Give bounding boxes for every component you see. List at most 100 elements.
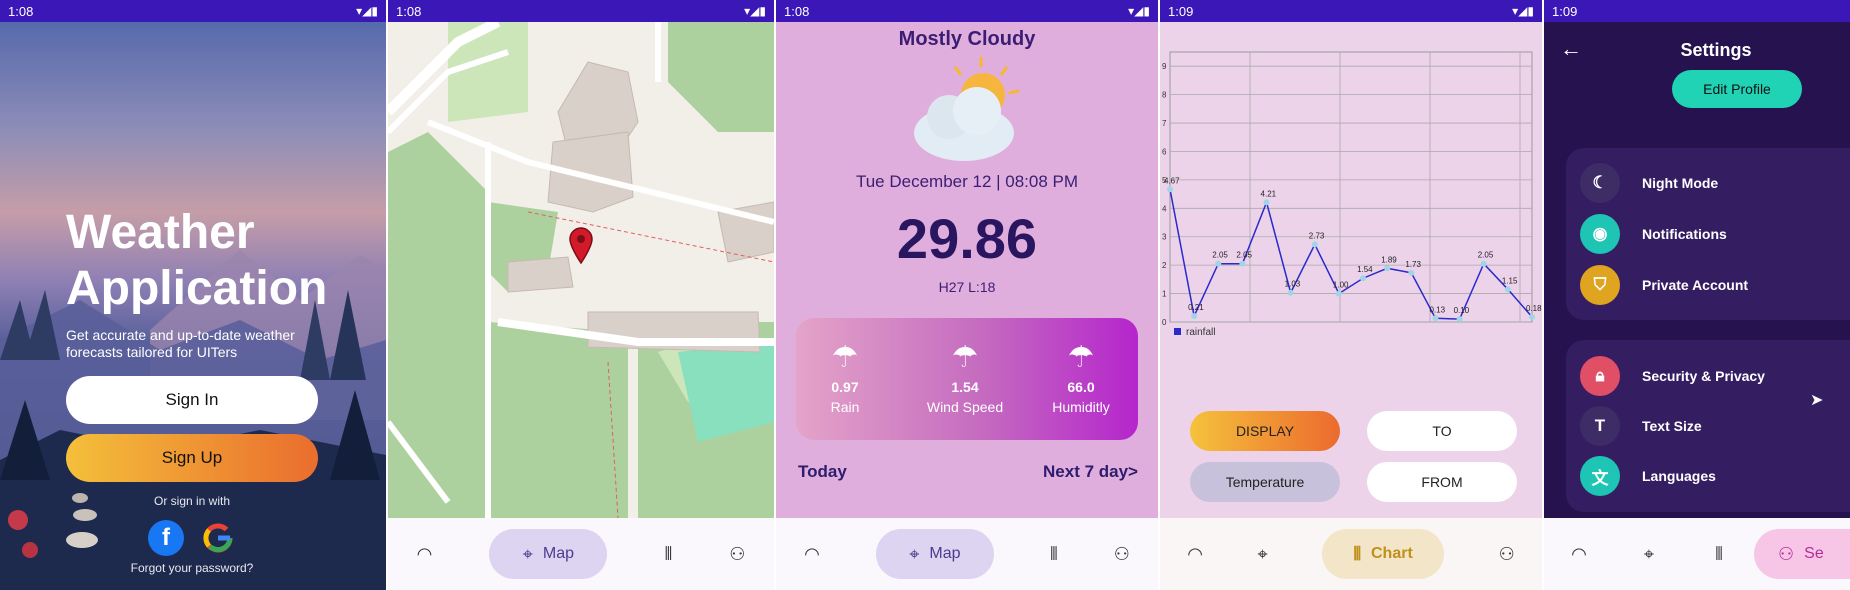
nav-map[interactable]: ⌖ Map (875, 529, 994, 579)
chart-screen: 1:09 ▾◢▮ 0 1 2 3 4 5 6 7 8 9 4.67 0.21 2.05 2.05 4.21 1… (1160, 0, 1542, 590)
data-point (1529, 313, 1535, 320)
status-icons: ▾◢▮ (744, 4, 766, 18)
data-label: 4.67 (1164, 176, 1180, 185)
map-pin-icon: ⌖ (1257, 543, 1268, 564)
bottom-navigation: ◠ ⌖ ⫴ Chart ⚇ (1160, 518, 1542, 590)
title-line-2: Application (66, 262, 328, 315)
y-tick-label: 8 (1162, 91, 1167, 100)
gauge-icon: ◠ (804, 543, 820, 564)
nav-weather[interactable]: ◠ (1544, 529, 1614, 579)
bar-chart-icon: ⫴ (1050, 543, 1058, 564)
legend-swatch (1174, 328, 1181, 335)
login-screen: 1:08 ▾◢▮ Weather Application Get accurat… (0, 0, 386, 590)
nav-profile[interactable]: ⚇ (729, 529, 745, 579)
status-time: 1:09 (1168, 3, 1194, 19)
mostly-cloudy-icon (914, 57, 1020, 161)
nav-chart[interactable]: ⫴ Chart (1322, 529, 1445, 579)
person-icon: ⚇ (1113, 543, 1130, 564)
facebook-icon[interactable]: f (148, 520, 184, 556)
bell-icon: ◉ (1580, 214, 1620, 254)
google-icon[interactable] (200, 520, 236, 556)
umbrella-icon: ☂ (951, 341, 979, 374)
next-7-days-link[interactable]: Next 7 day> (1043, 462, 1138, 482)
status-time: 1:09 (1552, 3, 1578, 19)
status-time: 1:08 (8, 3, 34, 19)
shield-icon: ⛉ (1580, 265, 1620, 305)
status-bar: 1:08 ▾◢▮ (0, 0, 386, 22)
umbrella-icon: ☂ (1067, 341, 1095, 374)
nav-profile[interactable]: ⚇ (1114, 529, 1130, 579)
display-button[interactable]: DISPLAY (1190, 411, 1340, 451)
status-icons: ▾◢▮ (1512, 4, 1534, 18)
status-bar: 1:09 (1544, 0, 1850, 22)
mouse-cursor-icon: ➤ (1810, 392, 1824, 409)
sign-in-button[interactable]: Sign In (66, 376, 318, 424)
edit-profile-button[interactable]: Edit Profile (1672, 70, 1802, 108)
map-tiles (388, 22, 774, 518)
nav-map[interactable]: ⌖ Map (489, 529, 608, 579)
setting-label: Text Size (1642, 418, 1702, 434)
data-label: 2.73 (1309, 231, 1325, 240)
metric-wind: ☂ 1.54 Wind Speed (920, 340, 1010, 415)
y-tick-label: 6 (1162, 147, 1167, 156)
location-pin-icon[interactable] (568, 227, 594, 265)
nav-chart[interactable]: ⫴ (665, 529, 673, 579)
google-logo (203, 523, 233, 553)
nav-map[interactable]: ⌖ (1614, 529, 1684, 579)
settings-screen: 1:09 ← Settings Edit Profile ☾ Night Mod… (1544, 0, 1850, 590)
languages-row[interactable]: 文 Languages (1580, 456, 1716, 496)
gauge-icon: ◠ (416, 543, 433, 564)
map-view[interactable] (388, 22, 774, 518)
nav-weather[interactable]: ◠ (1187, 529, 1203, 579)
nav-weather[interactable]: ◠ (417, 529, 433, 579)
notifications-row[interactable]: ◉ Notifications (1580, 214, 1727, 254)
bottom-navigation: ◠ ⌖ Map ⫴ ⚇ (776, 518, 1158, 590)
data-label: 1.73 (1405, 260, 1421, 269)
today-link[interactable]: Today (798, 462, 847, 482)
setting-label: Private Account (1642, 277, 1749, 293)
setting-label: Languages (1642, 468, 1716, 484)
data-point (1287, 289, 1294, 296)
data-point (1432, 315, 1439, 322)
status-time: 1:08 (396, 3, 422, 19)
data-point (1215, 260, 1222, 267)
bar-chart-icon: ⫴ (1715, 543, 1723, 564)
status-time: 1:08 (784, 3, 810, 19)
nav-map-label: Map (929, 545, 961, 562)
y-tick-label: 2 (1162, 261, 1167, 270)
legend-label: rainfall (1186, 327, 1215, 338)
data-point (1335, 290, 1342, 297)
security-privacy-row[interactable]: 🔒︎ Security & Privacy (1580, 356, 1765, 396)
nav-chart[interactable]: ⫴ (1684, 529, 1754, 579)
bar-chart-icon: ⫴ (664, 543, 673, 564)
nav-map[interactable]: ⌖ (1257, 529, 1267, 579)
setting-label: Night Mode (1642, 175, 1719, 191)
nav-chart[interactable]: ⫴ (1050, 529, 1058, 579)
weather-condition: Mostly Cloudy (898, 28, 1036, 50)
nav-weather[interactable]: ◠ (804, 529, 820, 579)
bar-chart-icon: ⫴ (1353, 543, 1361, 564)
from-button[interactable]: FROM (1367, 462, 1517, 502)
night-mode-row[interactable]: ☾ Night Mode (1580, 163, 1718, 203)
nav-profile[interactable]: ⚇ (1499, 529, 1515, 579)
text-size-row[interactable]: T Text Size (1580, 406, 1702, 446)
y-tick-label: 3 (1162, 233, 1167, 242)
gauge-icon: ◠ (1187, 543, 1203, 564)
map-pin-icon: ⌖ (522, 543, 533, 564)
forgot-password-link[interactable]: Forgot your password? (66, 561, 318, 575)
temperature-button[interactable]: Temperature (1190, 462, 1340, 502)
status-bar: 1:08 ▾◢▮ (388, 0, 774, 22)
weather-screen: 1:08 ▾◢▮ Mostly Cloudy Tue December 12 |… (776, 0, 1158, 590)
data-label: 0.13 (1429, 305, 1445, 314)
metric-rain: ☂ 0.97 Rain (800, 340, 890, 415)
sign-up-button[interactable]: Sign Up (66, 434, 318, 482)
bottom-navigation: ◠ ⌖ ⫴ ⚇ Se (1544, 518, 1850, 590)
private-account-row[interactable]: ⛉ Private Account (1580, 265, 1748, 305)
map-pin-icon: ⌖ (909, 543, 920, 564)
to-button[interactable]: TO (1367, 411, 1517, 451)
data-label: 0.10 (1454, 306, 1470, 315)
metric-value: 66.0 (1067, 379, 1095, 395)
data-label: 0.18 (1526, 304, 1542, 313)
data-point (1263, 199, 1270, 206)
nav-settings[interactable]: ⚇ Se (1754, 529, 1850, 579)
